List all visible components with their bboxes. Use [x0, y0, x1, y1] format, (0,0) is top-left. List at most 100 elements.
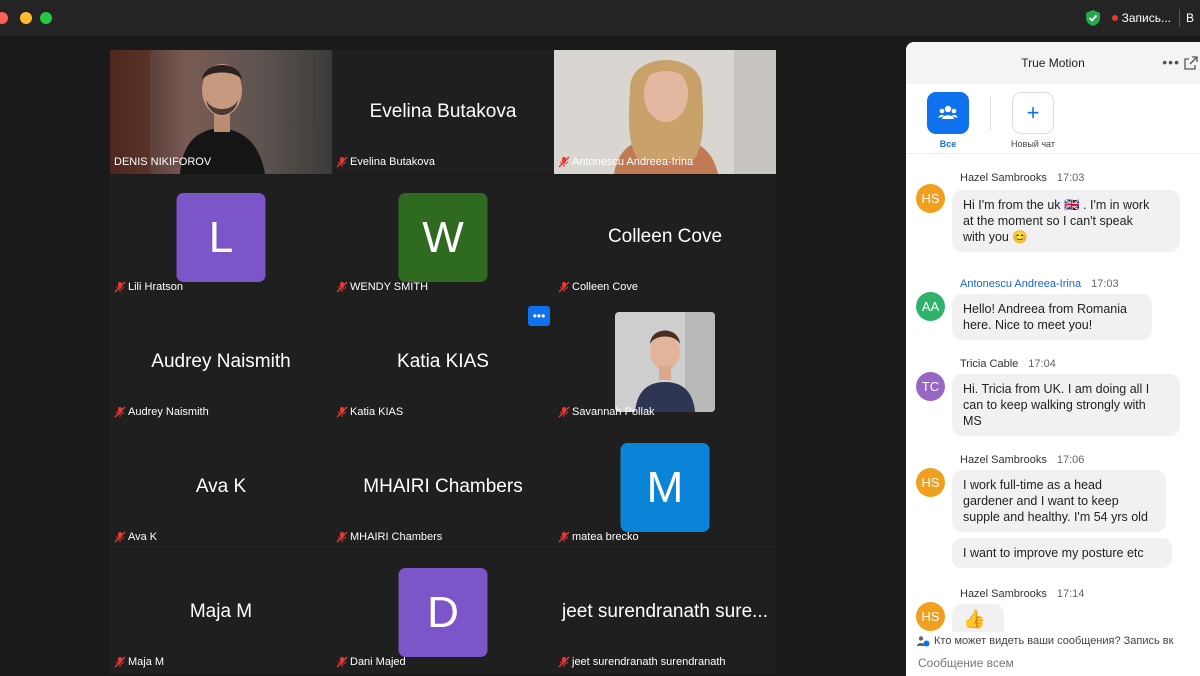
message-bubble: Hi. Tricia from UK. I am doing all I can… [952, 374, 1180, 436]
participant-tile-mhairi[interactable]: MHAIRI Chambers MHAIRI Chambers [332, 425, 554, 549]
participant-name: jeet surendranath surendranath [572, 656, 726, 668]
participant-name-label: jeet surendranath surendranath [558, 656, 726, 668]
participant-display-name: Evelina Butakova [369, 101, 517, 122]
chat-more-button[interactable]: ••• [1162, 54, 1180, 70]
participant-name: Evelina Butakova [350, 156, 435, 168]
recording-label: Запись... [1121, 11, 1171, 25]
participant-name: matea brecko [572, 531, 639, 543]
muted-mic-icon [558, 531, 570, 543]
participant-name: Maja M [128, 656, 165, 668]
muted-mic-icon [336, 281, 348, 293]
participant-avatar: D [398, 568, 488, 657]
participant-tile-denis[interactable]: DENIS NIKIFOROV [110, 50, 332, 174]
tab-new-chat[interactable]: + Новый чат [1005, 92, 1061, 149]
muted-mic-icon [336, 406, 348, 418]
participant-tile-lili[interactable]: L Lili Hratson [110, 175, 332, 299]
participant-name: Colleen Cove [572, 281, 639, 293]
participant-tile-jeet[interactable]: jeet surendranath sure... jeet surendran… [554, 550, 776, 674]
participant-name-label: Savannah Pollak [558, 406, 655, 418]
participant-name-label: Audrey Naismith [114, 406, 209, 418]
participant-tile-katia[interactable]: Katia KIAS Katia KIAS [332, 300, 554, 424]
participant-display-name: Katia KIAS [397, 351, 489, 372]
sender-name: Antonescu Andreea-Irina [960, 278, 1082, 290]
participant-name-label: Evelina Butakova [336, 156, 435, 168]
participant-tile-maja[interactable]: Maja M Maja M [110, 550, 332, 674]
participant-name: DENIS NIKIFOROV [114, 156, 212, 168]
participant-tile-audrey[interactable]: Audrey Naismith Audrey Naismith [110, 300, 332, 424]
participant-name-label: MHAIRI Chambers [336, 531, 442, 543]
message-line: Hi. Tricia from UK. I am doing all I [963, 382, 1150, 396]
muted-mic-icon [114, 531, 126, 543]
participant-avatar: M [620, 443, 710, 532]
message-input[interactable]: Сообщение всем [906, 650, 1200, 676]
truncated-label: В [1186, 11, 1195, 25]
participant-display-name: jeet surendranath sure... [562, 601, 768, 622]
muted-mic-icon [114, 281, 126, 293]
message-line: at the moment so I can't speak [963, 214, 1133, 228]
participant-tile-antonescu[interactable]: Antonescu Andreea-Irina [554, 50, 776, 174]
participant-name: Savannah Pollak [572, 406, 655, 418]
participant-name: Antonescu Andreea-Irina [572, 156, 694, 168]
message-line: supple and healthy. I'm 54 yrs old [963, 510, 1148, 524]
message-line: here. Nice to meet you! [963, 318, 1093, 332]
tab-all-icon-box [927, 92, 969, 134]
participant-tile-dani[interactable]: D Dani Majed [332, 550, 554, 674]
muted-mic-icon [558, 656, 570, 668]
divider [990, 96, 991, 130]
people-info-icon [917, 636, 930, 647]
tile-more-options-button[interactable]: ••• [528, 306, 550, 326]
message-meta: Hazel Sambrooks 17:03 [960, 172, 1084, 184]
recording-indicator[interactable]: Запись... В [1084, 6, 1200, 30]
message-line: Hello! Andreea from Romania [963, 302, 1127, 316]
recording-dot-icon [1111, 15, 1118, 21]
sender-name: Tricia Cable [960, 358, 1019, 370]
sender-name: Hazel Sambrooks [960, 172, 1047, 184]
participant-photo [615, 312, 715, 412]
participant-name: WENDY SMITH [350, 281, 429, 293]
window-titlebar: Запись... В [0, 0, 1200, 36]
tab-new-chat-label: Новый чат [1011, 139, 1055, 149]
message-time: 17:03 [1056, 172, 1085, 184]
participant-name-label: Ava K [114, 531, 157, 543]
participant-tile-evelina[interactable]: Evelina Butakova Evelina Butakova [332, 50, 554, 174]
avatar: HS [916, 602, 945, 631]
muted-mic-icon [558, 406, 570, 418]
message-time: 17:04 [1028, 358, 1056, 370]
muted-mic-icon [558, 156, 570, 168]
message-time: 17:06 [1056, 454, 1085, 466]
zoom-window-button[interactable] [40, 12, 52, 24]
sender-name: Hazel Sambrooks [960, 454, 1047, 466]
chat-visibility-notice[interactable]: Кто может видеть ваши сообщения? Запись … [906, 632, 1200, 650]
sender-name: Hazel Sambrooks [960, 588, 1047, 600]
notice-text: Кто может видеть ваши сообщения? Запись … [934, 635, 1174, 647]
participant-display-name: Maja M [189, 601, 253, 622]
tab-all[interactable]: Все [920, 92, 976, 149]
participant-display-name: Ava K [195, 476, 247, 497]
participant-display-name: Audrey Naismith [151, 351, 291, 372]
participant-tile-wendy[interactable]: W WENDY SMITH [332, 175, 554, 299]
message-line: I work full-time as a head [963, 478, 1102, 492]
chat-title: True Motion [1021, 56, 1085, 70]
participant-tile-savannah[interactable]: Savannah Pollak [554, 300, 776, 424]
close-window-button[interactable] [0, 12, 8, 24]
message-line: 👍 [963, 609, 986, 629]
participant-name-label: WENDY SMITH [336, 281, 428, 293]
avatar: HS [916, 468, 945, 497]
avatar: TC [916, 372, 945, 401]
participant-tile-matea[interactable]: M matea brecko [554, 425, 776, 549]
muted-mic-icon [336, 156, 348, 168]
chat-header: True Motion ••• [906, 42, 1200, 84]
chat-tabs: Все + Новый чат [906, 84, 1200, 154]
participant-name-label: DENIS NIKIFOROV [114, 156, 211, 168]
participant-name-label: Maja M [114, 656, 164, 668]
participant-tile-colleen[interactable]: Colleen Cove Colleen Cove [554, 175, 776, 299]
popout-icon[interactable] [1184, 56, 1198, 70]
message-line: gardener and I want to keep [963, 494, 1119, 508]
participant-name: Ava K [128, 531, 158, 543]
tab-all-label: Все [939, 139, 957, 149]
message-list[interactable]: HS Hazel Sambrooks 17:03 Hi I'm from the … [906, 166, 1200, 636]
people-icon [938, 105, 958, 119]
participant-name-label: Dani Majed [336, 656, 406, 668]
minimize-window-button[interactable] [20, 12, 32, 24]
participant-tile-ava[interactable]: Ava K Ava K [110, 425, 332, 549]
